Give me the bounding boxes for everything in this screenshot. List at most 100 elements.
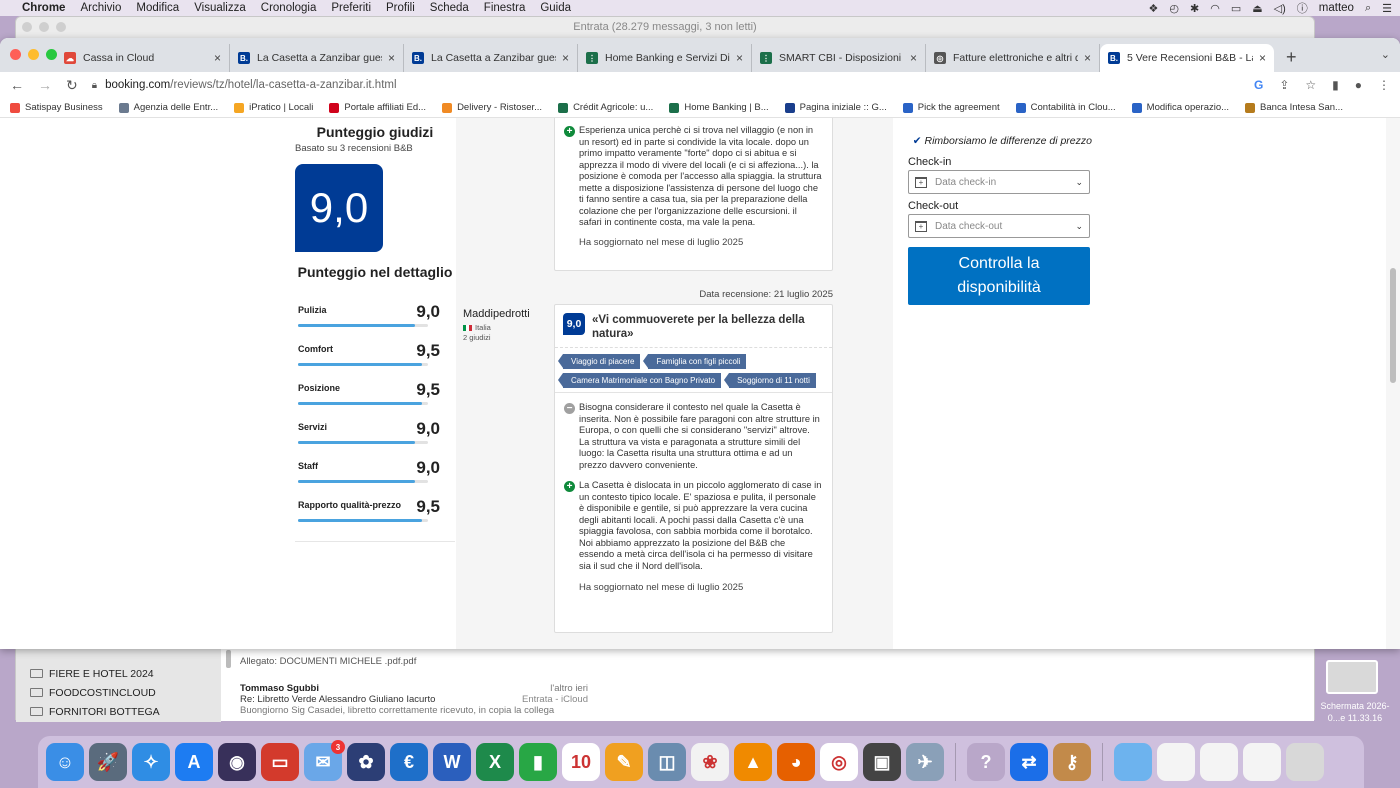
back-icon[interactable]: ← [10, 77, 24, 93]
share-icon[interactable]: ⇪ [1279, 78, 1289, 92]
tab-close-icon[interactable]: × [910, 51, 917, 65]
photos-icon[interactable]: ❀ [691, 743, 729, 781]
volume-icon[interactable]: ◁) [1274, 2, 1286, 15]
app-store-icon[interactable]: A [175, 743, 213, 781]
lock-icon[interactable]: 🔒︎ [92, 80, 97, 91]
browser-tab[interactable]: ⋮ Home Banking e Servizi Digitali × [578, 44, 752, 72]
browser-tab[interactable]: ☁ Cassa in Cloud × [56, 44, 230, 72]
folder-item[interactable]: FIERE E HOTEL 2024 [16, 664, 221, 683]
calendar-icon[interactable]: 10 [562, 743, 600, 781]
minimize-icon[interactable] [28, 49, 39, 60]
downloads-folder-icon[interactable] [1114, 743, 1152, 781]
google-icon[interactable]: G [1254, 78, 1263, 92]
check-availability-button[interactable]: Controlla la disponibilità [908, 247, 1090, 305]
bookmark-item[interactable]: Portale affiliati Ed... [329, 102, 426, 113]
siri-icon[interactable]: ◉ [218, 743, 256, 781]
bluetooth-icon[interactable]: ✱ [1190, 2, 1199, 15]
info-icon[interactable]: ⓘ [1297, 0, 1308, 16]
zoom-icon[interactable] [56, 22, 66, 32]
finder-icon[interactable]: ☺ [46, 743, 84, 781]
document-icon[interactable] [1200, 743, 1238, 781]
checkin-date-field[interactable]: + Data check-in ⌄ [908, 170, 1090, 194]
trash-icon[interactable] [1286, 743, 1324, 781]
help-icon[interactable]: ? [967, 743, 1005, 781]
bookmark-item[interactable]: Satispay Business [10, 102, 103, 113]
bookmark-item[interactable]: Banca Intesa San... [1245, 102, 1343, 113]
menu-modifica[interactable]: Modifica [136, 2, 179, 14]
satellite-icon[interactable]: ✈ [906, 743, 944, 781]
mail-icon[interactable]: ✉ 3 [304, 740, 345, 781]
bookmark-item[interactable]: iPratico | Locali [234, 102, 313, 113]
chrome-icon[interactable]: ◎ [820, 743, 858, 781]
browser-tab[interactable]: B. La Casetta a Zanzibar guesthou × [404, 44, 578, 72]
forward-icon[interactable]: → [38, 77, 52, 93]
bookmark-item[interactable]: Crédit Agricole: u... [558, 102, 653, 113]
airplay-icon[interactable]: ▭ [1231, 2, 1241, 15]
photo-booth-icon[interactable]: ▣ [863, 743, 901, 781]
bookmark-item[interactable]: Modifica operazio... [1131, 102, 1229, 113]
wifi-icon[interactable]: ◠ [1210, 2, 1220, 15]
backup-icon[interactable]: ◴ [1169, 2, 1179, 15]
reload-icon[interactable]: ↻ [66, 77, 78, 94]
menu-guida[interactable]: Guida [540, 2, 571, 14]
address-bar[interactable]: 🔒︎ booking.com/reviews/tz/hotel/la-caset… [92, 79, 1254, 91]
more-menu-icon[interactable]: ⋮ [1378, 78, 1390, 92]
browser-tab[interactable]: B. La Casetta a Zanzibar guesthou × [230, 44, 404, 72]
preview-icon[interactable]: ◫ [648, 743, 686, 781]
menu-visualizza[interactable]: Visualizza [194, 2, 246, 14]
scrollbar-thumb[interactable] [1390, 268, 1396, 383]
launchpad-icon[interactable]: 🚀 [89, 743, 127, 781]
menu-app[interactable]: Chrome [22, 2, 65, 14]
tab-close-icon[interactable]: × [1259, 51, 1266, 65]
firefox-icon[interactable]: ◕ [777, 743, 815, 781]
keychain-icon[interactable]: ⚷ [1053, 743, 1091, 781]
browser-tab[interactable]: ◎ Fatture elettroniche e altri dati × [926, 44, 1100, 72]
euro-icon[interactable]: € [390, 743, 428, 781]
document-icon[interactable] [1157, 743, 1195, 781]
menu-profili[interactable]: Profili [386, 2, 415, 14]
browser-tab[interactable]: B. 5 Vere Recensioni B&B - La Ca × [1100, 44, 1274, 72]
bookmark-item[interactable]: Delivery - Ristoser... [442, 102, 542, 113]
side-panel-icon[interactable]: ▮ [1332, 78, 1339, 92]
menubar-user[interactable]: matteo [1319, 2, 1354, 14]
bookmark-item[interactable]: Home Banking | B... [669, 102, 769, 113]
pane-resize-handle[interactable] [226, 650, 231, 668]
tab-search-icon[interactable]: ⌄ [1381, 48, 1390, 61]
folder-item[interactable]: FOODCOSTINCLOUD [16, 683, 221, 702]
tab-close-icon[interactable]: × [736, 51, 743, 65]
menu-archivio[interactable]: Archivio [80, 2, 121, 14]
folder-item[interactable]: FORNITORI BOTTEGA [16, 702, 221, 721]
page-scrollbar[interactable] [1386, 118, 1400, 649]
new-tab-icon[interactable]: + [1286, 47, 1297, 68]
fiori-icon[interactable]: ✿ [347, 743, 385, 781]
close-icon[interactable] [22, 22, 32, 32]
message-attachment[interactable]: Allegato: DOCUMENTI MICHELE .pdf.pdf [240, 656, 588, 667]
profile-icon[interactable]: ● [1355, 78, 1362, 92]
bookmark-star-icon[interactable]: ☆ [1305, 78, 1316, 92]
bookmark-item[interactable]: Pick the agreement [902, 102, 1000, 113]
checkout-date-field[interactable]: + Data check-out ⌄ [908, 214, 1090, 238]
message-subject-row[interactable]: Re: Libretto Verde Alessandro Giuliano I… [240, 694, 588, 705]
minimize-icon[interactable] [39, 22, 49, 32]
teamviewer-icon[interactable]: ⇄ [1010, 743, 1048, 781]
tab-close-icon[interactable]: × [562, 51, 569, 65]
pages-icon[interactable]: ✎ [605, 743, 643, 781]
close-icon[interactable] [10, 49, 21, 60]
vlc-icon[interactable]: ▲ [734, 743, 772, 781]
browser-tab[interactable]: ⋮ SMART CBI - Disposizioni CBI × [752, 44, 926, 72]
numbers-icon[interactable]: ▮ [519, 743, 557, 781]
safari-icon[interactable]: ✧ [132, 743, 170, 781]
control-center-icon[interactable]: ☰ [1382, 2, 1392, 15]
bookmark-item[interactable]: Pagina iniziale :: G... [784, 102, 887, 113]
eject-icon[interactable]: ⏏ [1252, 2, 1262, 15]
tab-close-icon[interactable]: × [214, 51, 221, 65]
bookmark-item[interactable]: Contabilità in Clou... [1015, 102, 1116, 113]
menu-preferiti[interactable]: Preferiti [331, 2, 371, 14]
document-icon[interactable] [1243, 743, 1281, 781]
search-icon[interactable]: ⌕ [1365, 2, 1371, 15]
keynote-icon[interactable]: ▭ [261, 743, 299, 781]
menu-finestra[interactable]: Finestra [484, 2, 526, 14]
tab-close-icon[interactable]: × [1084, 51, 1091, 65]
screenshot-thumbnail[interactable] [1326, 660, 1378, 694]
menu-scheda[interactable]: Scheda [430, 2, 469, 14]
